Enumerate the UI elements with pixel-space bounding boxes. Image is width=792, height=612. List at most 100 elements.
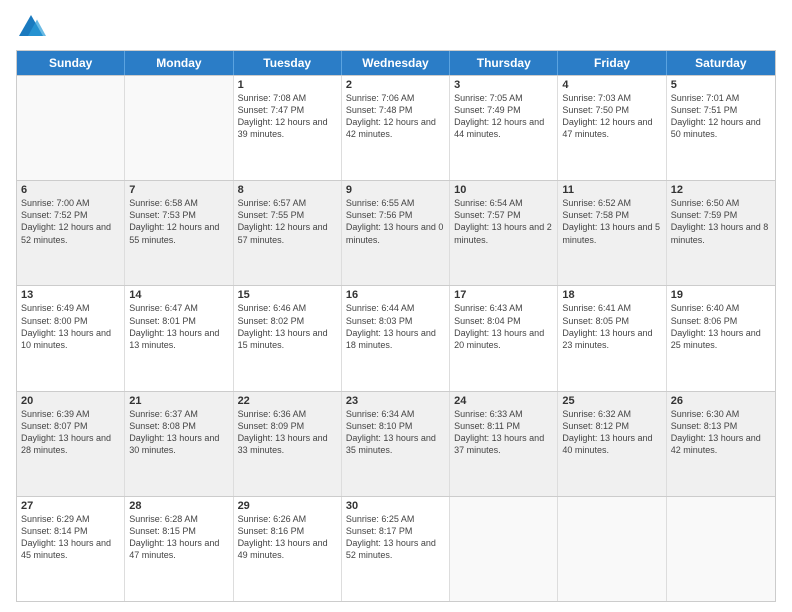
calendar-cell: 6Sunrise: 7:00 AMSunset: 7:52 PMDaylight… <box>17 181 125 285</box>
day-info: Sunrise: 6:44 AMSunset: 8:03 PMDaylight:… <box>346 302 445 351</box>
calendar: SundayMondayTuesdayWednesdayThursdayFrid… <box>16 50 776 602</box>
calendar-cell: 4Sunrise: 7:03 AMSunset: 7:50 PMDaylight… <box>558 76 666 180</box>
calendar-cell: 27Sunrise: 6:29 AMSunset: 8:14 PMDayligh… <box>17 497 125 601</box>
calendar-cell: 21Sunrise: 6:37 AMSunset: 8:08 PMDayligh… <box>125 392 233 496</box>
day-number: 29 <box>238 500 337 512</box>
calendar-cell: 7Sunrise: 6:58 AMSunset: 7:53 PMDaylight… <box>125 181 233 285</box>
calendar-cell: 9Sunrise: 6:55 AMSunset: 7:56 PMDaylight… <box>342 181 450 285</box>
calendar-cell: 16Sunrise: 6:44 AMSunset: 8:03 PMDayligh… <box>342 286 450 390</box>
day-info: Sunrise: 6:28 AMSunset: 8:15 PMDaylight:… <box>129 513 228 562</box>
day-number: 2 <box>346 79 445 91</box>
calendar-cell: 17Sunrise: 6:43 AMSunset: 8:04 PMDayligh… <box>450 286 558 390</box>
day-number: 19 <box>671 289 771 301</box>
header <box>16 12 776 42</box>
day-number: 28 <box>129 500 228 512</box>
day-info: Sunrise: 6:46 AMSunset: 8:02 PMDaylight:… <box>238 302 337 351</box>
day-number: 20 <box>21 395 120 407</box>
weekday-header: Monday <box>125 51 233 75</box>
calendar-cell <box>17 76 125 180</box>
day-number: 5 <box>671 79 771 91</box>
weekday-header: Sunday <box>17 51 125 75</box>
calendar-cell: 12Sunrise: 6:50 AMSunset: 7:59 PMDayligh… <box>667 181 775 285</box>
day-number: 27 <box>21 500 120 512</box>
day-info: Sunrise: 6:39 AMSunset: 8:07 PMDaylight:… <box>21 408 120 457</box>
weekday-header: Friday <box>558 51 666 75</box>
day-info: Sunrise: 6:50 AMSunset: 7:59 PMDaylight:… <box>671 197 771 246</box>
day-number: 26 <box>671 395 771 407</box>
day-number: 15 <box>238 289 337 301</box>
day-info: Sunrise: 6:33 AMSunset: 8:11 PMDaylight:… <box>454 408 553 457</box>
day-info: Sunrise: 7:06 AMSunset: 7:48 PMDaylight:… <box>346 92 445 141</box>
day-number: 1 <box>238 79 337 91</box>
day-info: Sunrise: 6:37 AMSunset: 8:08 PMDaylight:… <box>129 408 228 457</box>
day-info: Sunrise: 6:55 AMSunset: 7:56 PMDaylight:… <box>346 197 445 246</box>
day-number: 23 <box>346 395 445 407</box>
calendar-cell <box>558 497 666 601</box>
calendar-body: 1Sunrise: 7:08 AMSunset: 7:47 PMDaylight… <box>17 75 775 601</box>
calendar-cell: 3Sunrise: 7:05 AMSunset: 7:49 PMDaylight… <box>450 76 558 180</box>
day-info: Sunrise: 6:43 AMSunset: 8:04 PMDaylight:… <box>454 302 553 351</box>
day-info: Sunrise: 6:32 AMSunset: 8:12 PMDaylight:… <box>562 408 661 457</box>
logo <box>16 12 50 42</box>
day-number: 13 <box>21 289 120 301</box>
calendar-cell: 26Sunrise: 6:30 AMSunset: 8:13 PMDayligh… <box>667 392 775 496</box>
day-info: Sunrise: 7:03 AMSunset: 7:50 PMDaylight:… <box>562 92 661 141</box>
day-info: Sunrise: 6:40 AMSunset: 8:06 PMDaylight:… <box>671 302 771 351</box>
day-number: 16 <box>346 289 445 301</box>
day-number: 10 <box>454 184 553 196</box>
day-info: Sunrise: 6:26 AMSunset: 8:16 PMDaylight:… <box>238 513 337 562</box>
calendar-cell: 8Sunrise: 6:57 AMSunset: 7:55 PMDaylight… <box>234 181 342 285</box>
calendar-cell: 10Sunrise: 6:54 AMSunset: 7:57 PMDayligh… <box>450 181 558 285</box>
day-info: Sunrise: 6:36 AMSunset: 8:09 PMDaylight:… <box>238 408 337 457</box>
day-number: 8 <box>238 184 337 196</box>
day-number: 11 <box>562 184 661 196</box>
weekday-header: Tuesday <box>234 51 342 75</box>
day-info: Sunrise: 6:25 AMSunset: 8:17 PMDaylight:… <box>346 513 445 562</box>
weekday-header: Saturday <box>667 51 775 75</box>
day-number: 12 <box>671 184 771 196</box>
calendar-cell: 22Sunrise: 6:36 AMSunset: 8:09 PMDayligh… <box>234 392 342 496</box>
day-info: Sunrise: 7:08 AMSunset: 7:47 PMDaylight:… <box>238 92 337 141</box>
calendar-cell: 24Sunrise: 6:33 AMSunset: 8:11 PMDayligh… <box>450 392 558 496</box>
day-info: Sunrise: 6:47 AMSunset: 8:01 PMDaylight:… <box>129 302 228 351</box>
day-number: 18 <box>562 289 661 301</box>
calendar-row: 1Sunrise: 7:08 AMSunset: 7:47 PMDaylight… <box>17 75 775 180</box>
calendar-row: 27Sunrise: 6:29 AMSunset: 8:14 PMDayligh… <box>17 496 775 601</box>
calendar-cell: 25Sunrise: 6:32 AMSunset: 8:12 PMDayligh… <box>558 392 666 496</box>
calendar-cell: 19Sunrise: 6:40 AMSunset: 8:06 PMDayligh… <box>667 286 775 390</box>
calendar-cell: 28Sunrise: 6:28 AMSunset: 8:15 PMDayligh… <box>125 497 233 601</box>
calendar-cell <box>125 76 233 180</box>
day-number: 4 <box>562 79 661 91</box>
calendar-row: 20Sunrise: 6:39 AMSunset: 8:07 PMDayligh… <box>17 391 775 496</box>
day-info: Sunrise: 7:05 AMSunset: 7:49 PMDaylight:… <box>454 92 553 141</box>
day-number: 25 <box>562 395 661 407</box>
day-info: Sunrise: 6:49 AMSunset: 8:00 PMDaylight:… <box>21 302 120 351</box>
day-info: Sunrise: 6:57 AMSunset: 7:55 PMDaylight:… <box>238 197 337 246</box>
day-number: 17 <box>454 289 553 301</box>
calendar-cell: 5Sunrise: 7:01 AMSunset: 7:51 PMDaylight… <box>667 76 775 180</box>
day-info: Sunrise: 6:34 AMSunset: 8:10 PMDaylight:… <box>346 408 445 457</box>
weekday-header: Wednesday <box>342 51 450 75</box>
day-info: Sunrise: 7:00 AMSunset: 7:52 PMDaylight:… <box>21 197 120 246</box>
calendar-cell: 23Sunrise: 6:34 AMSunset: 8:10 PMDayligh… <box>342 392 450 496</box>
day-info: Sunrise: 6:29 AMSunset: 8:14 PMDaylight:… <box>21 513 120 562</box>
calendar-cell: 11Sunrise: 6:52 AMSunset: 7:58 PMDayligh… <box>558 181 666 285</box>
day-info: Sunrise: 6:54 AMSunset: 7:57 PMDaylight:… <box>454 197 553 246</box>
calendar-cell: 29Sunrise: 6:26 AMSunset: 8:16 PMDayligh… <box>234 497 342 601</box>
day-info: Sunrise: 7:01 AMSunset: 7:51 PMDaylight:… <box>671 92 771 141</box>
calendar-cell: 20Sunrise: 6:39 AMSunset: 8:07 PMDayligh… <box>17 392 125 496</box>
day-number: 21 <box>129 395 228 407</box>
weekday-header: Thursday <box>450 51 558 75</box>
day-number: 6 <box>21 184 120 196</box>
calendar-cell: 1Sunrise: 7:08 AMSunset: 7:47 PMDaylight… <box>234 76 342 180</box>
day-info: Sunrise: 6:58 AMSunset: 7:53 PMDaylight:… <box>129 197 228 246</box>
day-number: 14 <box>129 289 228 301</box>
day-info: Sunrise: 6:52 AMSunset: 7:58 PMDaylight:… <box>562 197 661 246</box>
calendar-cell: 14Sunrise: 6:47 AMSunset: 8:01 PMDayligh… <box>125 286 233 390</box>
day-number: 24 <box>454 395 553 407</box>
day-number: 30 <box>346 500 445 512</box>
day-number: 7 <box>129 184 228 196</box>
day-number: 22 <box>238 395 337 407</box>
calendar-cell: 18Sunrise: 6:41 AMSunset: 8:05 PMDayligh… <box>558 286 666 390</box>
calendar-cell <box>667 497 775 601</box>
